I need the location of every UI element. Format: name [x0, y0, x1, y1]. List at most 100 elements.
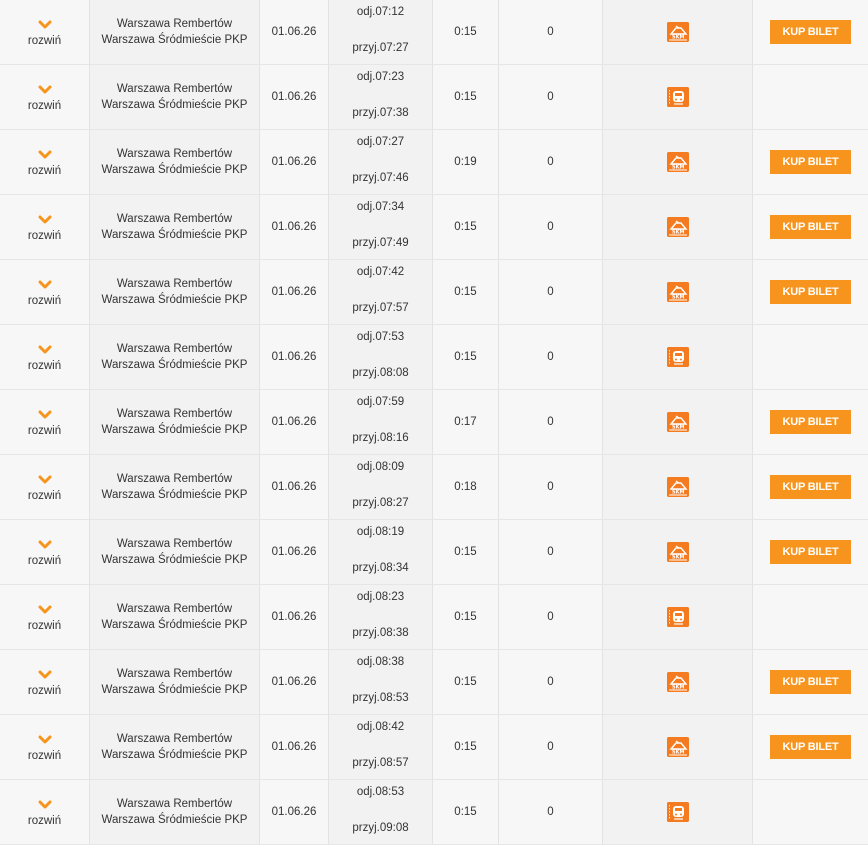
- destination-station: Warszawa Śródmieście PKP: [101, 554, 248, 566]
- times-cell: odj.07:27 przyj.07:46: [329, 130, 433, 194]
- route-cell: Warszawa Rembertów Warszawa Śródmieście …: [90, 325, 260, 389]
- buy-ticket-button[interactable]: KUP BILET: [770, 670, 851, 694]
- changes-cell: 0: [499, 65, 603, 129]
- buy-ticket-button[interactable]: KUP BILET: [770, 20, 851, 44]
- route-cell: Warszawa Rembertów Warszawa Śródmieście …: [90, 390, 260, 454]
- date-cell: 01.06.26: [260, 585, 329, 649]
- expand-label: rozwiń: [27, 684, 62, 697]
- changes-count: 0: [547, 481, 554, 493]
- buy-ticket-button[interactable]: KUP BILET: [770, 540, 851, 564]
- travel-date: 01.06.26: [271, 351, 317, 363]
- buy-cell: KUP BILET: [753, 520, 868, 584]
- arrival-time: przyj.08:53: [352, 692, 409, 704]
- arrival-time: przyj.08:27: [352, 497, 409, 509]
- origin-station: Warszawa Rembertów: [116, 83, 233, 95]
- expand-toggle[interactable]: rozwiń: [0, 585, 90, 649]
- destination-station: Warszawa Śródmieście PKP: [101, 424, 248, 436]
- expand-toggle[interactable]: rozwiń: [0, 520, 90, 584]
- buy-ticket-button[interactable]: KUP BILET: [770, 735, 851, 759]
- buy-ticket-button[interactable]: KUP BILET: [770, 410, 851, 434]
- changes-count: 0: [547, 156, 554, 168]
- expand-toggle[interactable]: rozwiń: [0, 260, 90, 324]
- connection-row: rozwiń Warszawa Rembertów Warszawa Śródm…: [0, 0, 868, 65]
- date-cell: 01.06.26: [260, 520, 329, 584]
- expand-toggle[interactable]: rozwiń: [0, 325, 90, 389]
- travel-date: 01.06.26: [271, 481, 317, 493]
- changes-count: 0: [547, 286, 554, 298]
- expand-toggle[interactable]: rozwiń: [0, 0, 90, 64]
- regional-train-icon: [666, 347, 689, 367]
- carrier-cell: SKM: [603, 715, 753, 779]
- carrier-cell: SKM: [603, 130, 753, 194]
- travel-duration: 0:19: [454, 156, 477, 168]
- expand-toggle[interactable]: rozwiń: [0, 130, 90, 194]
- expand-toggle[interactable]: rozwiń: [0, 65, 90, 129]
- chevron-down-icon: [38, 735, 51, 743]
- carrier-cell: SKM: [603, 195, 753, 259]
- buy-ticket-button[interactable]: KUP BILET: [770, 215, 851, 239]
- duration-cell: 0:19: [433, 130, 499, 194]
- duration-cell: 0:15: [433, 260, 499, 324]
- travel-date: 01.06.26: [271, 546, 317, 558]
- skm-train-icon: SKM: [666, 412, 689, 432]
- travel-date: 01.06.26: [271, 416, 317, 428]
- carrier-cell: SKM: [603, 0, 753, 64]
- travel-date: 01.06.26: [271, 221, 317, 233]
- destination-station: Warszawa Śródmieście PKP: [101, 814, 248, 826]
- changes-count: 0: [547, 741, 554, 753]
- travel-duration: 0:15: [454, 91, 477, 103]
- expand-toggle[interactable]: rozwiń: [0, 390, 90, 454]
- chevron-down-icon: [38, 800, 51, 808]
- carrier-cell: [603, 585, 753, 649]
- carrier-cell: SKM: [603, 260, 753, 324]
- connection-row: rozwiń Warszawa Rembertów Warszawa Śródm…: [0, 455, 868, 520]
- duration-cell: 0:15: [433, 325, 499, 389]
- times-cell: odj.07:12 przyj.07:27: [329, 0, 433, 64]
- expand-toggle[interactable]: rozwiń: [0, 195, 90, 259]
- travel-duration: 0:15: [454, 676, 477, 688]
- buy-ticket-button[interactable]: KUP BILET: [770, 280, 851, 304]
- changes-count: 0: [547, 611, 554, 623]
- buy-ticket-button[interactable]: KUP BILET: [770, 150, 851, 174]
- route-cell: Warszawa Rembertów Warszawa Śródmieście …: [90, 715, 260, 779]
- skm-train-icon: SKM: [666, 152, 689, 172]
- duration-cell: 0:15: [433, 520, 499, 584]
- regional-train-icon: [666, 87, 689, 107]
- buy-cell: [753, 780, 868, 844]
- route-cell: Warszawa Rembertów Warszawa Śródmieście …: [90, 585, 260, 649]
- expand-toggle[interactable]: rozwiń: [0, 715, 90, 779]
- duration-cell: 0:15: [433, 585, 499, 649]
- duration-cell: 0:18: [433, 455, 499, 519]
- origin-station: Warszawa Rembertów: [116, 668, 233, 680]
- buy-cell: KUP BILET: [753, 195, 868, 259]
- duration-cell: 0:15: [433, 0, 499, 64]
- expand-toggle[interactable]: rozwiń: [0, 455, 90, 519]
- travel-date: 01.06.26: [271, 91, 317, 103]
- expand-toggle[interactable]: rozwiń: [0, 780, 90, 844]
- regional-train-icon: [666, 802, 689, 822]
- buy-ticket-button[interactable]: KUP BILET: [770, 475, 851, 499]
- date-cell: 01.06.26: [260, 260, 329, 324]
- arrival-time: przyj.09:08: [352, 822, 409, 834]
- duration-cell: 0:17: [433, 390, 499, 454]
- arrival-time: przyj.08:08: [352, 367, 409, 379]
- destination-station: Warszawa Śródmieście PKP: [101, 749, 248, 761]
- origin-station: Warszawa Rembertów: [116, 538, 233, 550]
- changes-count: 0: [547, 676, 554, 688]
- arrival-time: przyj.07:57: [352, 302, 409, 314]
- expand-toggle[interactable]: rozwiń: [0, 650, 90, 714]
- connection-row: rozwiń Warszawa Rembertów Warszawa Śródm…: [0, 65, 868, 130]
- destination-station: Warszawa Śródmieście PKP: [101, 619, 248, 631]
- destination-station: Warszawa Śródmieście PKP: [101, 34, 248, 46]
- connections-list: rozwiń Warszawa Rembertów Warszawa Śródm…: [0, 0, 868, 845]
- arrival-time: przyj.07:49: [352, 237, 409, 249]
- origin-station: Warszawa Rembertów: [116, 148, 233, 160]
- duration-cell: 0:15: [433, 715, 499, 779]
- expand-label: rozwiń: [27, 359, 62, 372]
- carrier-cell: [603, 780, 753, 844]
- departure-time: odj.07:53: [356, 331, 405, 343]
- chevron-down-icon: [38, 20, 51, 28]
- arrival-time: przyj.07:27: [352, 42, 409, 54]
- changes-count: 0: [547, 806, 554, 818]
- skm-train-icon: SKM: [666, 542, 689, 562]
